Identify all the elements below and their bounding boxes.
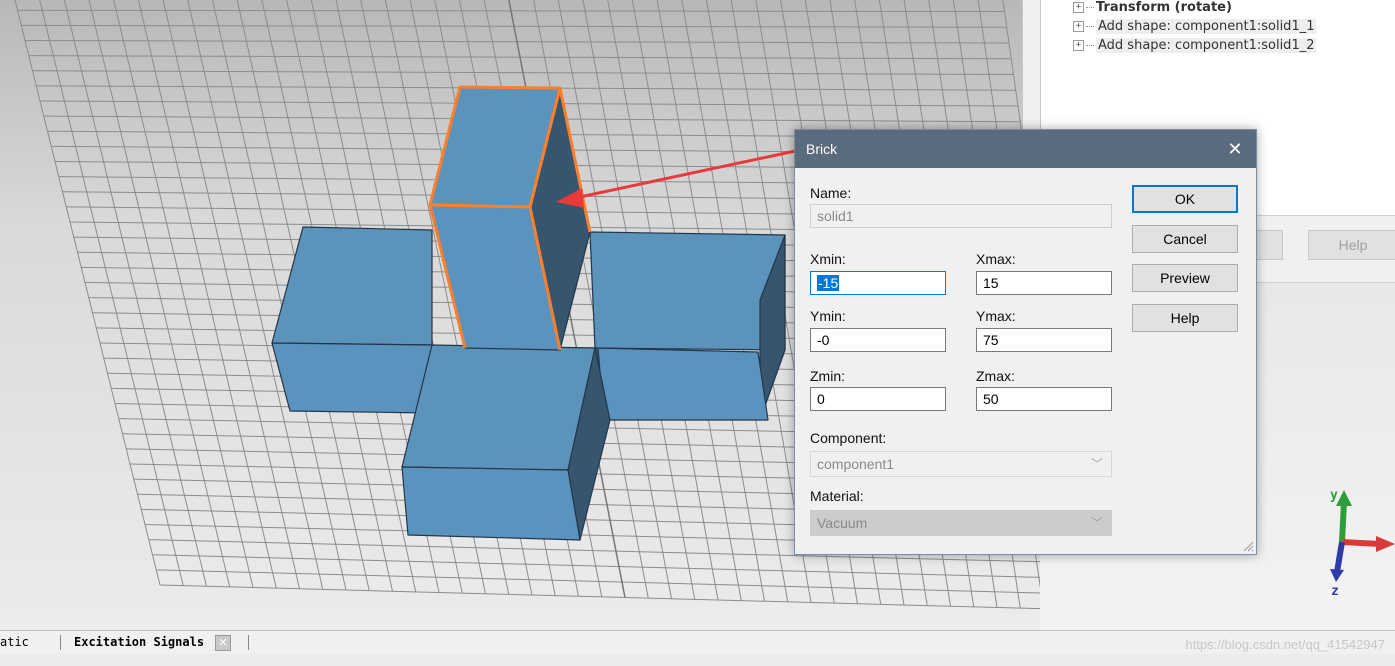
component-value: component1 — [817, 456, 895, 472]
chevron-down-icon: ﹀ — [1090, 516, 1103, 530]
tree-item-label: Add shape: component1:solid1_2 — [1096, 38, 1317, 53]
expand-icon[interactable]: + — [1073, 21, 1084, 32]
tab-separator — [248, 635, 249, 650]
tree-item[interactable]: + Transform (rotate) — [1073, 0, 1232, 17]
zmax-field[interactable]: 50 — [976, 387, 1112, 411]
tree-connector — [1086, 7, 1094, 8]
material-select[interactable]: Vacuum ﹀ — [810, 510, 1112, 536]
background-dialog-button[interactable] — [1255, 230, 1283, 260]
tree-item-label: Add shape: component1:solid1_1 — [1096, 19, 1317, 34]
name-label: Name: — [810, 185, 852, 201]
cancel-button[interactable]: Cancel — [1132, 225, 1238, 253]
material-label: Material: — [810, 488, 864, 504]
ymin-label: Ymin: — [810, 308, 846, 324]
y-axis-label: y — [1330, 488, 1338, 503]
component-label: Component: — [810, 430, 887, 446]
preview-button[interactable]: Preview — [1132, 264, 1238, 292]
dialog-title: Brick — [806, 141, 838, 157]
panel-splitter[interactable] — [1022, 0, 1041, 130]
ymax-label: Ymax: — [976, 308, 1016, 324]
tree-connector — [1086, 45, 1094, 46]
cross-solid — [271, 86, 786, 541]
tree-connector — [1086, 26, 1094, 27]
component-select[interactable]: component1 ﹀ — [810, 451, 1112, 477]
help-button[interactable]: Help — [1132, 304, 1238, 332]
z-axis-label: z — [1331, 584, 1339, 599]
resize-grip-icon[interactable] — [1242, 540, 1254, 552]
tab-schematic[interactable]: atic — [0, 635, 29, 649]
close-icon[interactable]: ✕ — [215, 635, 231, 651]
grid-line — [158, 0, 300, 589]
grid-line — [34, 0, 184, 586]
chevron-down-icon: ﹀ — [1090, 457, 1103, 471]
brick-dialog: Brick ✕ Name: solid1 Xmin: -15 Xmax: 15 … — [794, 129, 1257, 555]
tree-item[interactable]: + Add shape: component1:solid1_2 — [1073, 36, 1317, 55]
zmin-label: Zmin: — [810, 368, 845, 384]
zmax-label: Zmax: — [976, 368, 1015, 384]
xmax-label: Xmax: — [976, 251, 1016, 267]
ymin-field[interactable]: -0 — [810, 328, 946, 352]
watermark: https://blog.csdn.net/qq_41542947 — [1185, 637, 1386, 652]
zmin-field[interactable]: 0 — [810, 387, 946, 411]
tree-item[interactable]: + Add shape: component1:solid1_1 — [1073, 17, 1317, 36]
ok-button[interactable]: OK — [1132, 185, 1238, 213]
background-dialog: Help — [1255, 215, 1395, 283]
grid-line — [9, 0, 161, 586]
dialog-titlebar[interactable]: Brick ✕ — [795, 130, 1256, 168]
ymax-field[interactable]: 75 — [976, 328, 1112, 352]
xmin-field[interactable]: -15 — [810, 271, 946, 295]
tree-item-label: Transform (rotate) — [1096, 0, 1232, 15]
xmax-field[interactable]: 15 — [976, 271, 1112, 295]
xmin-value: -15 — [817, 275, 840, 291]
xmin-label: Xmin: — [810, 251, 846, 267]
close-icon[interactable]: ✕ — [1220, 134, 1250, 164]
expand-icon[interactable]: + — [1073, 2, 1084, 13]
material-value: Vacuum — [817, 515, 868, 531]
status-bar — [0, 654, 1395, 666]
grid-line — [59, 0, 207, 587]
expand-icon[interactable]: + — [1073, 40, 1084, 51]
tab-excitation-signals[interactable]: Excitation Signals — [74, 635, 204, 649]
tab-separator — [60, 635, 61, 650]
name-field[interactable]: solid1 — [810, 204, 1112, 228]
background-help-button[interactable]: Help — [1308, 230, 1395, 260]
